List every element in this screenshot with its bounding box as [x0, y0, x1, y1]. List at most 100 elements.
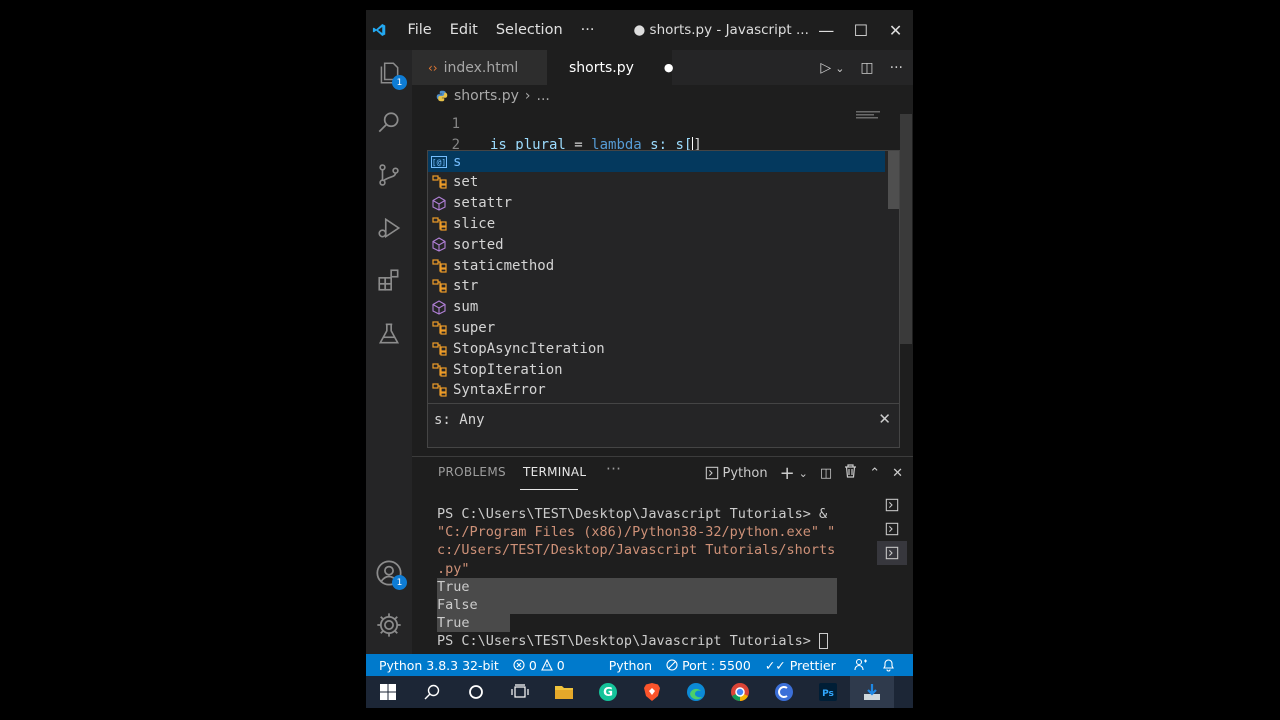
trash-icon[interactable]	[844, 464, 857, 482]
cortana-app-icon[interactable]	[762, 676, 806, 708]
tab-shorts-py[interactable]: shorts.py ●	[547, 50, 674, 85]
terminal-icon	[885, 546, 899, 560]
breadcrumb-symbol[interactable]: ...	[537, 88, 550, 104]
class-symbol-icon	[431, 320, 447, 336]
suggest-item[interactable]: [@] s	[428, 151, 885, 172]
suggest-item-label: StopAsyncIteration	[453, 340, 605, 357]
maximize-panel-button[interactable]: ⌃	[869, 466, 880, 481]
grammarly-icon[interactable]: G	[586, 676, 630, 708]
testing-icon[interactable]	[375, 320, 403, 348]
activity-bar: 1 1	[366, 50, 412, 664]
close-icon[interactable]: ✕	[878, 410, 891, 428]
line-number: 1	[451, 115, 460, 132]
play-icon: ▷	[820, 59, 832, 76]
suggest-scrollbar[interactable]	[888, 151, 899, 209]
edge-browser-icon[interactable]	[674, 676, 718, 708]
windows-taskbar: G Ps	[366, 676, 913, 708]
more-actions-button[interactable]: ···	[890, 60, 903, 76]
suggest-item[interactable]: sum	[428, 297, 885, 318]
menu-file[interactable]: File	[398, 22, 440, 38]
menu-selection[interactable]: Selection	[487, 22, 572, 38]
editor-scrollbar[interactable]	[900, 114, 912, 344]
terminal-prompt: PS C:\Users\TEST\Desktop\Javascript Tuto…	[437, 632, 837, 650]
editor-actions: ▷ ⌄ ◫ ···	[820, 50, 903, 85]
run-debug-icon[interactable]	[375, 214, 403, 242]
suggest-item[interactable]: setattr	[428, 193, 885, 214]
split-terminal-button[interactable]: ◫	[820, 466, 832, 481]
double-check-icon: ✓✓	[764, 657, 786, 673]
photoshop-icon[interactable]: Ps	[806, 676, 850, 708]
python-interpreter[interactable]: Python 3.8.3 32-bit	[372, 658, 506, 673]
suggest-item[interactable]: super	[428, 317, 885, 338]
tab-problems[interactable]: PROBLEMS	[438, 465, 506, 479]
breadcrumb-separator: ›	[524, 88, 531, 104]
class-symbol-icon	[431, 174, 447, 190]
class-symbol-icon	[431, 362, 447, 378]
breadcrumb-file[interactable]: shorts.py	[454, 88, 519, 104]
language-mode[interactable]: Python	[602, 658, 659, 673]
file-explorer-icon[interactable]	[542, 676, 586, 708]
source-control-icon[interactable]	[375, 161, 403, 189]
suggest-item[interactable]: sorted	[428, 234, 885, 255]
error-icon	[513, 659, 525, 671]
feedback-icon[interactable]	[847, 658, 875, 672]
terminal-list-item[interactable]	[877, 493, 907, 517]
terminal-list-item[interactable]	[877, 541, 907, 565]
search-icon[interactable]	[375, 109, 403, 137]
menu-more[interactable]: ···	[572, 22, 604, 38]
chevron-down-icon[interactable]: ⌄	[799, 467, 808, 480]
tab-terminal[interactable]: TERMINAL	[523, 465, 586, 479]
tab-label: index.html	[443, 59, 519, 76]
taskbar-search-icon[interactable]	[410, 676, 454, 708]
suggest-item[interactable]: slice	[428, 213, 885, 234]
accounts-badge: 1	[392, 575, 407, 590]
no-entry-icon	[666, 659, 678, 671]
warning-icon	[540, 659, 553, 671]
close-panel-button[interactable]: ✕	[892, 466, 903, 481]
suggest-item[interactable]: SyntaxError	[428, 380, 885, 401]
cortana-icon[interactable]	[454, 676, 498, 708]
extensions-icon[interactable]	[375, 266, 403, 294]
terminal-list	[877, 493, 907, 565]
suggest-item[interactable]: str	[428, 276, 885, 297]
svg-text:[@]: [@]	[432, 158, 446, 167]
tab-label: shorts.py	[569, 59, 634, 76]
suggest-item[interactable]: StopAsyncIteration	[428, 338, 885, 359]
chrome-browser-icon[interactable]	[718, 676, 762, 708]
panel-more-button[interactable]: ···	[606, 460, 621, 478]
terminal-list-item[interactable]	[877, 517, 907, 541]
vscode-window: File Edit Selection ··· ● shorts.py - Ja…	[366, 10, 913, 708]
run-python-file-button[interactable]: ▷ ⌄	[820, 60, 844, 76]
live-server-port[interactable]: Port : 5500	[659, 658, 758, 673]
menu-edit[interactable]: Edit	[441, 22, 487, 38]
prettier-status[interactable]: ✓✓ Prettier	[758, 658, 843, 673]
task-view-icon[interactable]	[498, 676, 542, 708]
suggest-item[interactable]: set	[428, 172, 885, 193]
minimize-button[interactable]: —	[809, 10, 844, 50]
class-symbol-icon	[431, 382, 447, 398]
windows-start-icon[interactable]	[366, 676, 410, 708]
terminal-icon	[885, 522, 899, 536]
terminal-shell-selector[interactable]: Python	[705, 466, 768, 481]
settings-gear-icon[interactable]	[375, 611, 403, 639]
brave-browser-icon[interactable]	[630, 676, 674, 708]
tab-index-html[interactable]: ‹› index.html	[412, 50, 547, 85]
notifications-bell-icon[interactable]	[875, 658, 902, 672]
suggest-item-label: super	[453, 319, 496, 336]
accounts-icon[interactable]: 1	[375, 559, 407, 590]
suggest-item-label: SyntaxError	[453, 382, 546, 399]
close-window-button[interactable]: ✕	[878, 10, 913, 50]
split-editor-button[interactable]: ◫	[860, 60, 873, 76]
problems-status[interactable]: 0 0	[506, 658, 572, 673]
minimap[interactable]	[856, 110, 880, 120]
terminal-line: "C:/Program Files (x86)/Python38-32/pyth…	[437, 524, 836, 541]
suggest-item[interactable]: staticmethod	[428, 255, 885, 276]
explorer-icon[interactable]: 1	[375, 59, 407, 90]
installer-icon[interactable]	[850, 676, 894, 708]
unsaved-dot-icon[interactable]: ●	[664, 61, 674, 74]
suggest-item-label: str	[453, 278, 479, 295]
terminal-output[interactable]: PS C:\Users\TEST\Desktop\Javascript Tuto…	[437, 505, 837, 651]
maximize-button[interactable]: ☐	[844, 10, 879, 50]
new-terminal-button[interactable]: +	[780, 463, 795, 484]
suggest-item[interactable]: StopIteration	[428, 359, 885, 380]
